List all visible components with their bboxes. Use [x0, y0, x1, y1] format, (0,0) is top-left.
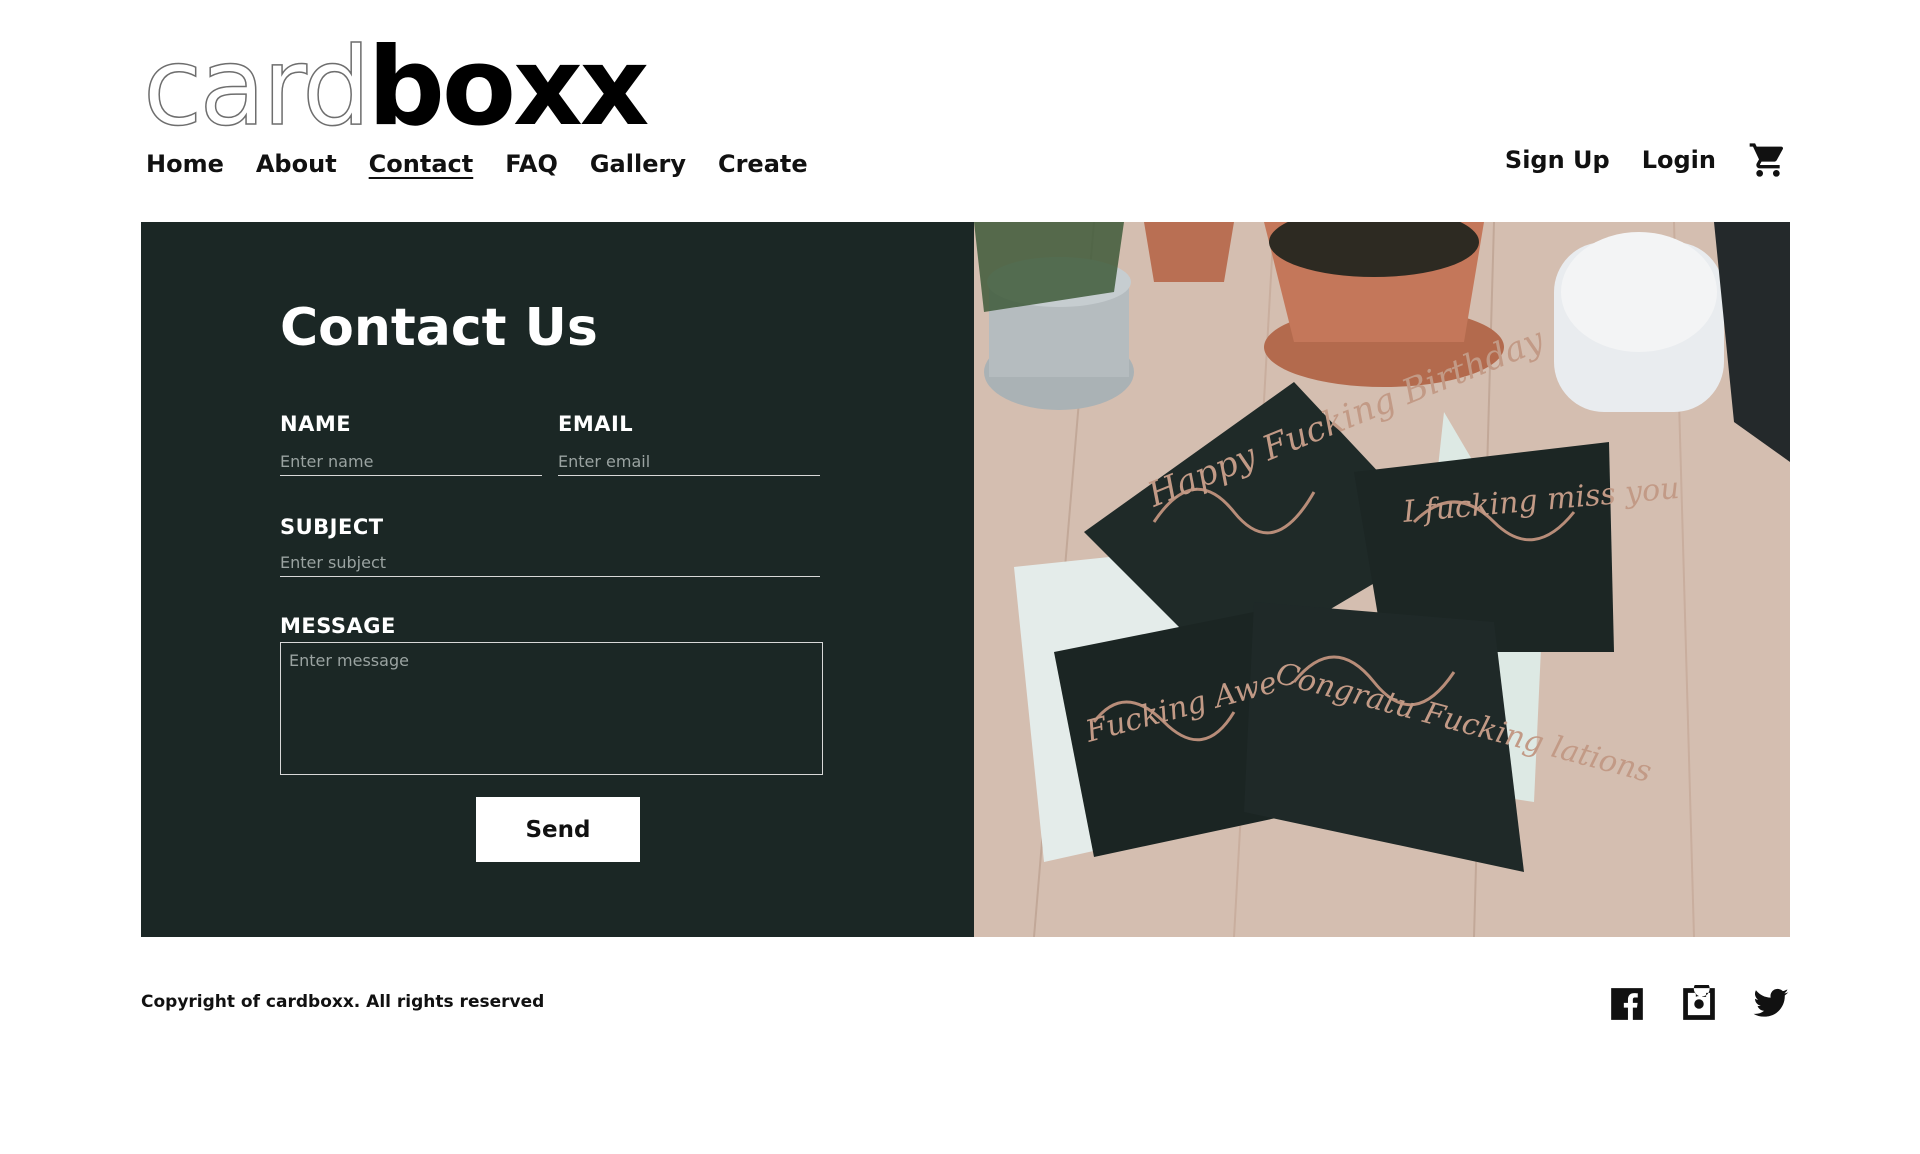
nav-contact[interactable]: Contact [369, 150, 474, 178]
logo-bold-text: boxx [367, 25, 650, 150]
social-links [1608, 980, 1790, 1023]
logo[interactable]: cardboxx [142, 33, 649, 143]
contact-panel: Contact Us NAME EMAIL SUBJECT MESSAGE Se… [141, 222, 1790, 937]
subject-input[interactable] [280, 553, 820, 577]
facebook-icon[interactable] [1608, 985, 1646, 1023]
send-button[interactable]: Send [476, 797, 640, 862]
instagram-icon[interactable] [1680, 980, 1718, 1023]
shopping-cart-icon[interactable] [1748, 140, 1788, 180]
auth-links: Sign Up Login [1505, 140, 1788, 180]
nav-create[interactable]: Create [718, 150, 808, 178]
photo-illustration: Happy Fucking Birthday I fucking miss yo… [974, 222, 1790, 937]
nav-home[interactable]: Home [146, 150, 224, 178]
login-link[interactable]: Login [1642, 146, 1716, 174]
contact-title: Contact Us [280, 298, 598, 358]
contact-form: Contact Us NAME EMAIL SUBJECT MESSAGE Se… [141, 222, 974, 937]
name-input[interactable] [280, 452, 542, 476]
logo-outline-text: card [142, 25, 371, 150]
copyright-text: Copyright of cardboxx. All rights reserv… [141, 992, 545, 1012]
main-nav: Home About Contact FAQ Gallery Create [146, 150, 808, 178]
email-input[interactable] [558, 452, 820, 476]
twitter-icon[interactable] [1752, 985, 1790, 1023]
subject-label: SUBJECT [280, 515, 384, 539]
nav-about[interactable]: About [256, 150, 337, 178]
greeting-cards-photo: Happy Fucking Birthday I fucking miss yo… [974, 222, 1790, 937]
message-textarea[interactable] [280, 642, 823, 775]
name-label: NAME [280, 412, 352, 436]
email-label: EMAIL [558, 412, 634, 436]
nav-gallery[interactable]: Gallery [590, 150, 686, 178]
message-label: MESSAGE [280, 614, 396, 638]
nav-faq[interactable]: FAQ [505, 150, 558, 178]
signup-link[interactable]: Sign Up [1505, 146, 1610, 174]
